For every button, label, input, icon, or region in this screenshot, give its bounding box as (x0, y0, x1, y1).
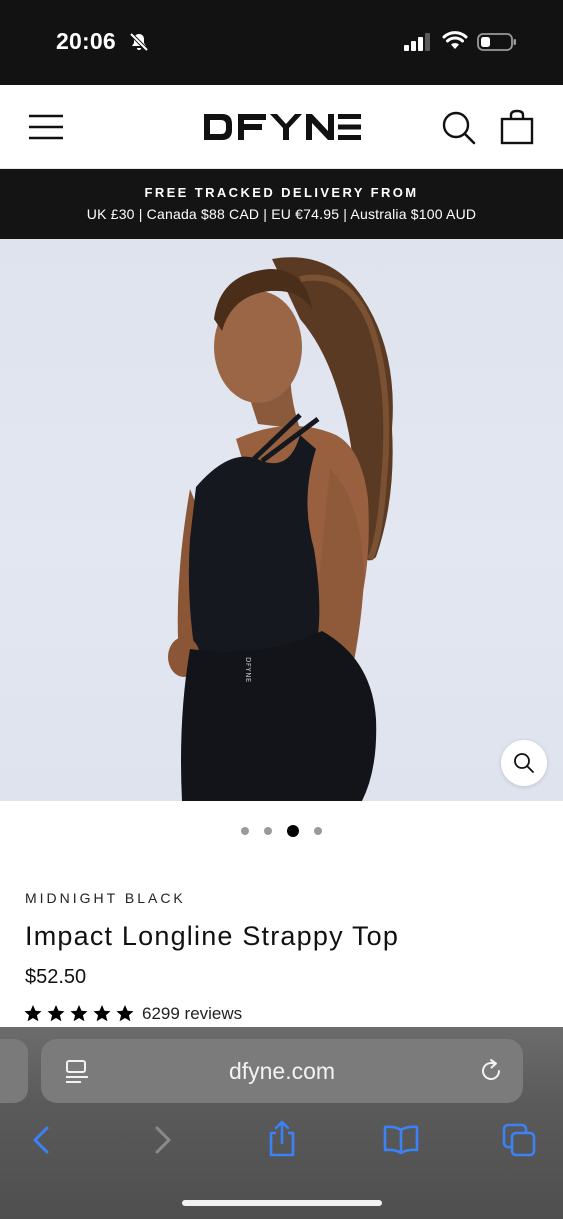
star-icon (70, 1005, 88, 1022)
star-icon (24, 1005, 42, 1022)
status-time: 20:06 (56, 28, 116, 54)
search-icon[interactable] (441, 110, 477, 146)
bookmarks-icon[interactable] (383, 1124, 419, 1154)
home-indicator (182, 1200, 382, 1206)
product-title: Impact Longline Strappy Top (25, 921, 400, 951)
product-price: $52.50 (25, 966, 87, 988)
shopping-bag-icon[interactable] (500, 109, 534, 145)
carousel-dot[interactable] (264, 827, 272, 835)
delivery-announcement-bar[interactable]: FREE TRACKED DELIVERY FROM UK £30 | Cana… (0, 169, 563, 239)
magnifier-icon (514, 753, 534, 773)
battery-icon (477, 33, 516, 51)
forward-icon[interactable] (152, 1125, 174, 1155)
dfyne-logo[interactable] (202, 112, 362, 142)
cellular-signal-icon (404, 33, 430, 51)
carousel-dot[interactable] (241, 827, 249, 835)
star-icon (47, 1005, 65, 1022)
product-hero-image[interactable]: DFYNE (0, 239, 563, 801)
product-color-label: MIDNIGHT BLACK (25, 890, 186, 906)
back-icon[interactable] (30, 1125, 52, 1155)
bell-muted-icon (129, 32, 149, 52)
rating-stars[interactable] (24, 1004, 140, 1024)
share-icon[interactable] (267, 1119, 297, 1157)
garment-logo: DFYNE (244, 657, 252, 683)
reviews-link[interactable]: 6299 reviews (142, 1004, 242, 1024)
site-header (0, 85, 563, 169)
url-text: dfyne.com (228, 1058, 336, 1084)
tabs-icon[interactable] (502, 1123, 536, 1157)
announcement-detail: UK £30 | Canada $88 CAD | EU €74.95 | Au… (86, 206, 477, 222)
star-icon (93, 1005, 111, 1022)
browser-nav-row (0, 1119, 563, 1163)
previous-tab-preview[interactable] (0, 1039, 28, 1103)
wifi-icon (442, 31, 468, 49)
reload-icon[interactable] (478, 1058, 504, 1084)
status-bar: 20:06 (0, 0, 563, 85)
star-icon (116, 1005, 134, 1022)
carousel-dot[interactable] (314, 827, 322, 835)
model-illustration: DFYNE (168, 257, 393, 801)
hamburger-menu-icon[interactable] (28, 113, 64, 141)
zoom-button[interactable] (501, 740, 547, 786)
carousel-dots (0, 824, 563, 838)
address-bar[interactable]: dfyne.com (41, 1039, 523, 1103)
browser-toolbar: dfyne.com (0, 1027, 563, 1219)
carousel-dot-active[interactable] (287, 825, 299, 837)
announcement-title: FREE TRACKED DELIVERY FROM (144, 185, 419, 200)
